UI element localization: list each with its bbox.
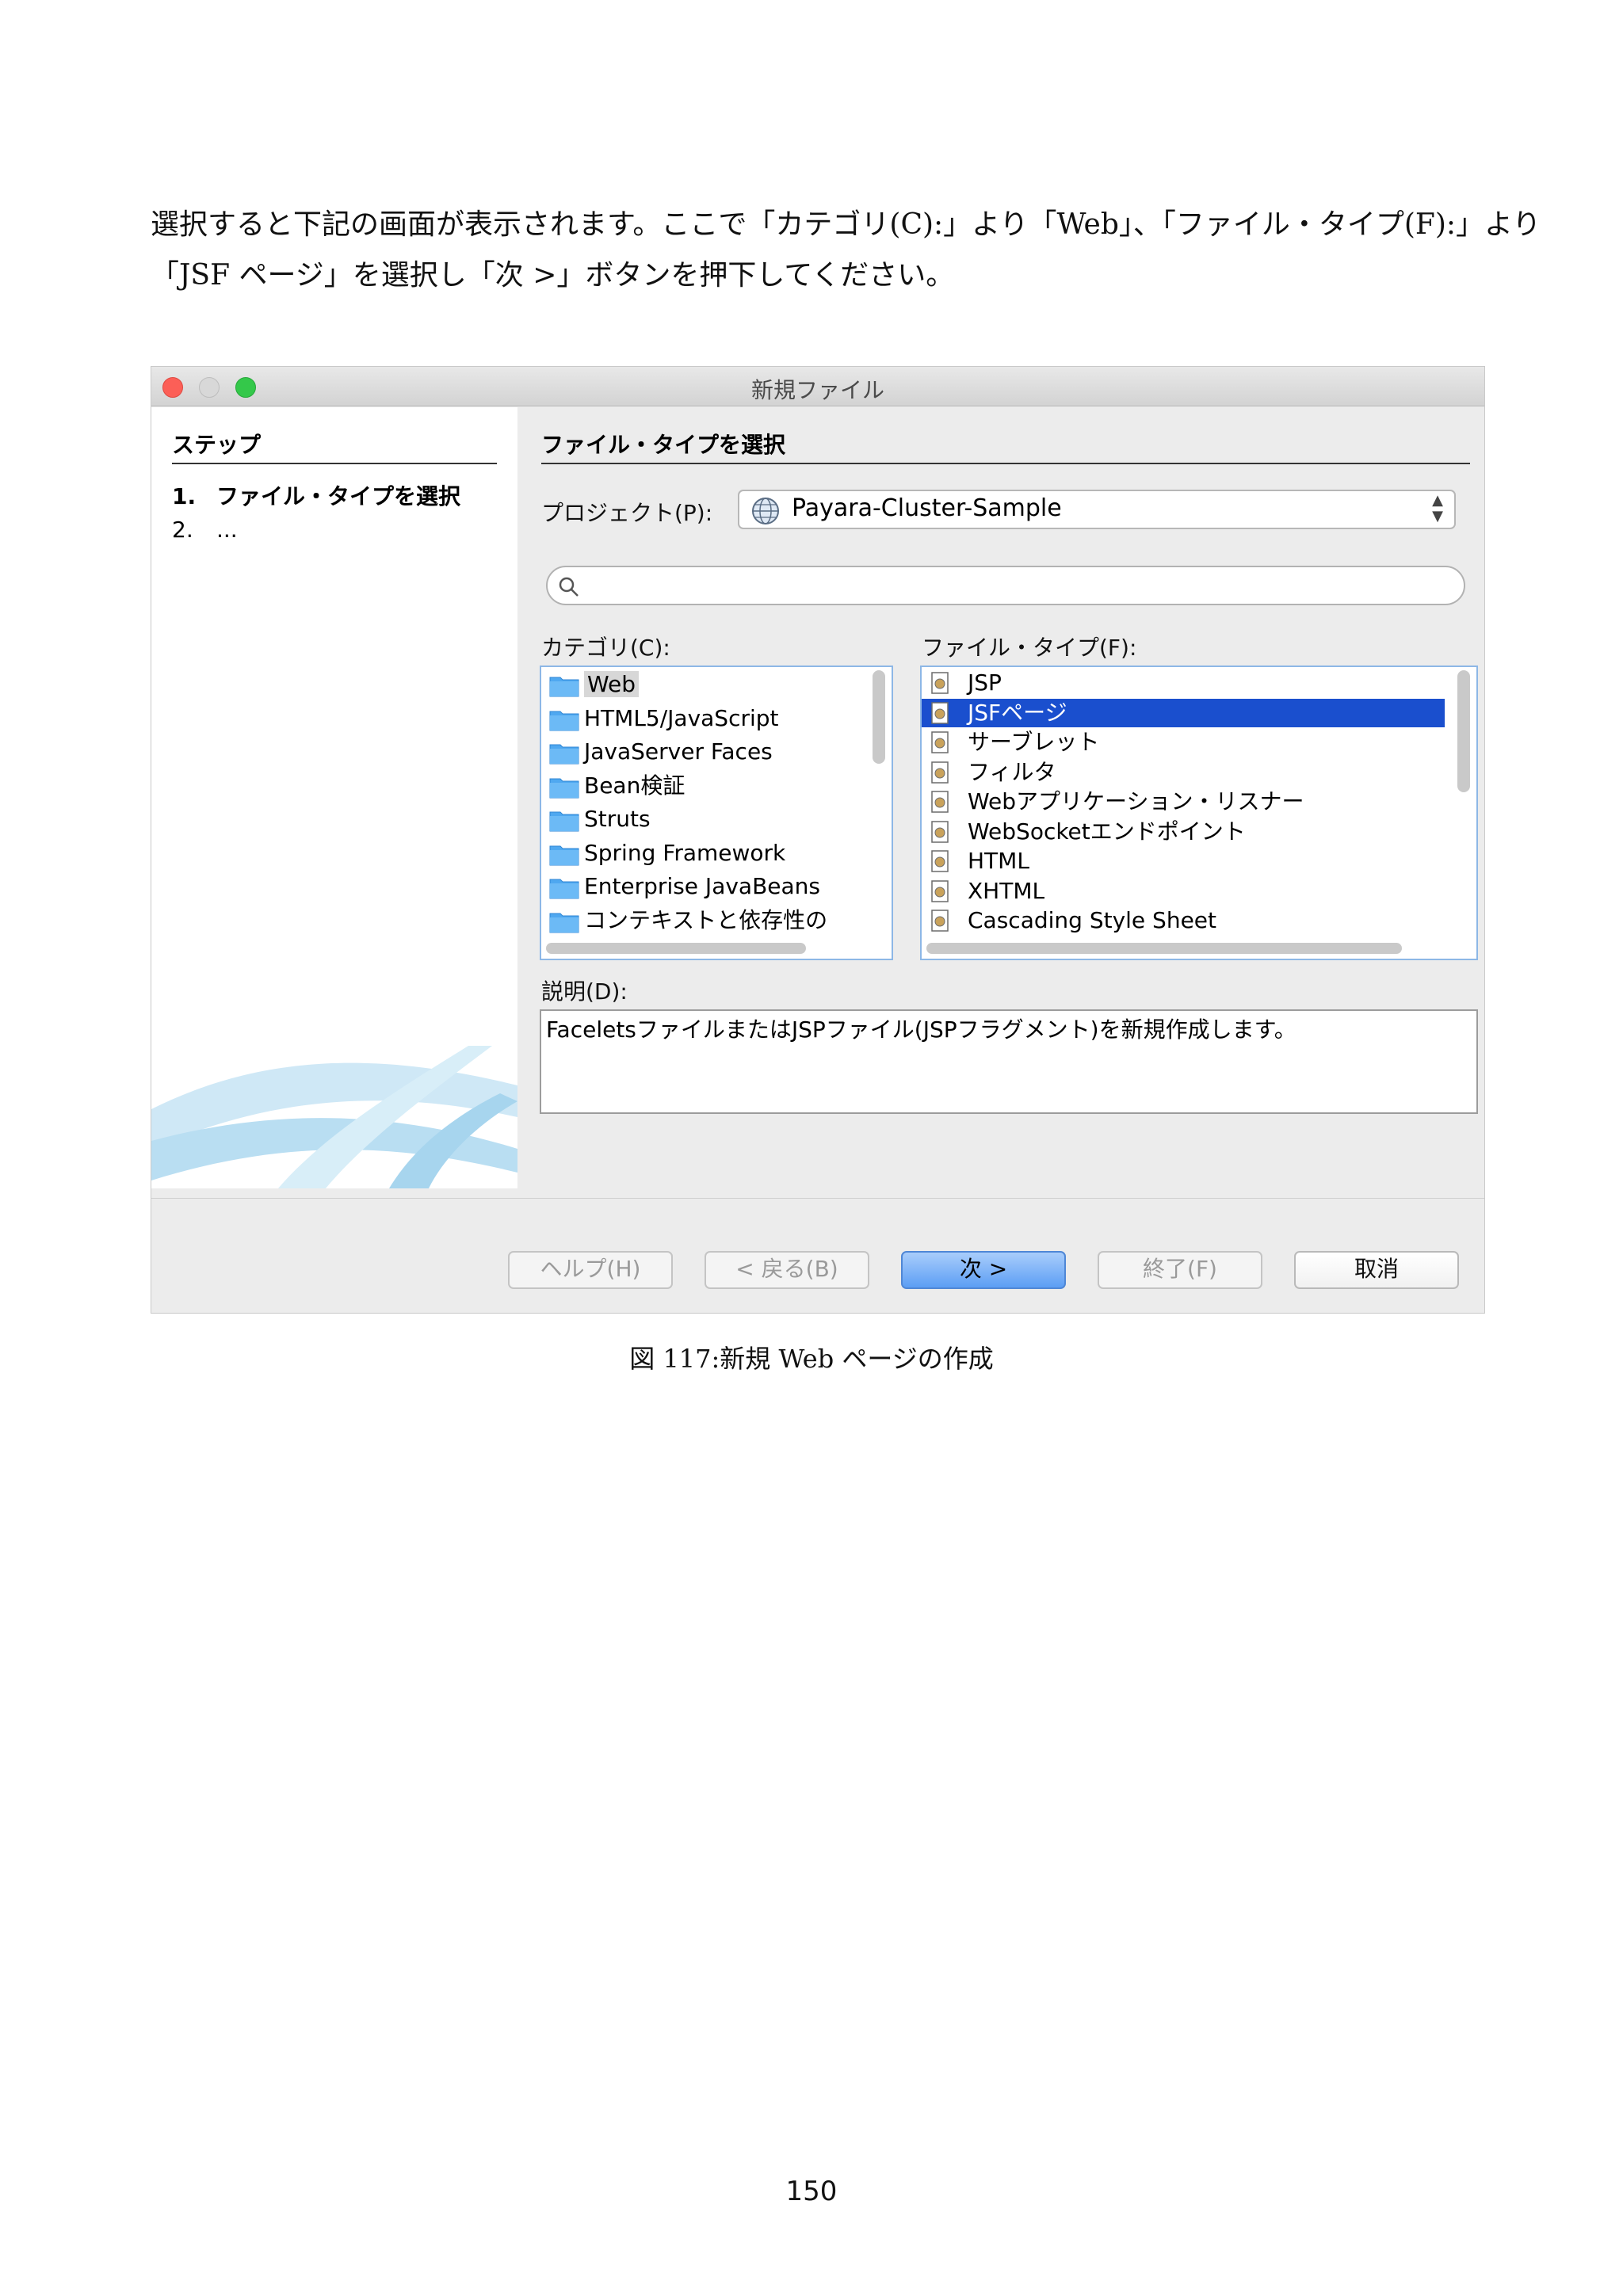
file-icon <box>931 820 949 843</box>
file-icon <box>931 761 949 784</box>
file-icon <box>931 791 949 813</box>
folder-icon <box>549 845 579 865</box>
file-icon <box>931 879 949 902</box>
file-type-item-label: Cascading Style Sheet <box>968 907 1217 933</box>
intro-line-1: 選択すると下記の画面が表示されます。ここで「カテゴリ(C):」より「Web」、「… <box>151 208 1541 241</box>
category-horizontal-scrollbar[interactable] <box>546 943 806 954</box>
window-title: 新規ファイル <box>750 377 884 403</box>
finish-button[interactable]: 終了(F) <box>1098 1251 1262 1289</box>
folder-icon <box>549 744 579 765</box>
description-label: 説明(D): <box>541 978 628 1005</box>
button-bar: ヘルプ(H) < 戻る(B) 次 > 終了(F) 取消 <box>151 1198 1484 1313</box>
intro-text: 選択すると下記の画面が表示されます。ここで「カテゴリ(C):」より「Web」、「… <box>151 200 1541 301</box>
new-file-dialog: 新規ファイル ステップ 1. ファイル・タイプを選択 2.... ファイル・タイプ… <box>151 366 1485 1314</box>
file-icon <box>931 731 949 753</box>
file-type-item[interactable]: Cascading Style Sheet <box>922 906 1445 935</box>
main-panel: ファイル・タイプを選択 プロジェクト(P): Payara-Cluster-Sa… <box>517 407 1484 1188</box>
back-button[interactable]: < 戻る(B) <box>705 1251 869 1289</box>
file-type-horizontal-scrollbar[interactable] <box>926 943 1402 954</box>
file-icon <box>931 910 949 932</box>
category-item-label: Bean検証 <box>584 772 685 799</box>
category-item-label: Enterprise JavaBeans <box>584 873 821 899</box>
file-type-item-label: サーブレット <box>968 729 1100 755</box>
page-number: 150 <box>785 2176 838 2207</box>
file-type-item-label: フィルタ <box>968 758 1056 785</box>
section-title: ファイル・タイプを選択 <box>541 428 1470 464</box>
file-type-item[interactable]: サーブレット <box>922 728 1445 757</box>
project-select-value: Payara-Cluster-Sample <box>792 494 1062 522</box>
file-type-item[interactable]: JSFページ <box>922 698 1445 727</box>
next-button[interactable]: 次 > <box>901 1251 1066 1289</box>
project-label: プロジェクト(P): <box>541 500 713 526</box>
category-item-label: JavaServer Faces <box>584 738 773 765</box>
file-type-list[interactable]: JSP JSFページサーブレット フィルタ Webアプリケーション・リスナー WebSo… <box>920 666 1478 960</box>
folder-icon <box>549 778 579 798</box>
step-item-1: 1. ファイル・タイプを選択 <box>172 483 461 509</box>
file-icon <box>931 672 949 694</box>
category-item[interactable]: コンテキストと依存性の <box>541 905 827 936</box>
file-type-item[interactable]: WebSocketエンドポイント <box>922 818 1445 846</box>
project-globe-icon <box>752 498 779 524</box>
file-type-item-label: Webアプリケーション・リスナー <box>968 788 1304 814</box>
category-item-label: Spring Framework <box>584 839 786 866</box>
category-item[interactable]: Web <box>541 669 640 700</box>
search-input[interactable] <box>546 566 1465 605</box>
category-label: カテゴリ(C): <box>541 635 670 661</box>
steps-heading: ステップ <box>172 428 497 464</box>
intro-line-2: 「JSF ページ」を選択し「次 >」ボタンを押下してください。 <box>151 259 955 292</box>
category-item[interactable]: Bean検証 <box>541 770 685 802</box>
folder-icon <box>549 811 579 832</box>
folder-icon <box>549 677 579 697</box>
category-item[interactable]: HTML5/JavaScript <box>541 703 779 734</box>
category-list[interactable]: Web HTML5/JavaScript JavaServer Faces Bean検… <box>540 666 893 960</box>
file-type-item[interactable]: JSP <box>922 669 1445 697</box>
category-item[interactable]: JavaServer Faces <box>541 736 773 768</box>
category-item-label: Web <box>584 671 640 697</box>
help-button[interactable]: ヘルプ(H) <box>508 1251 673 1289</box>
file-type-item[interactable]: HTML <box>922 847 1445 875</box>
folder-icon <box>549 913 579 933</box>
figure-caption: 図 117:新規 Web ページの作成 <box>629 1344 994 1374</box>
folder-icon <box>549 711 579 730</box>
steps-panel: ステップ 1. ファイル・タイプを選択 2.... <box>151 407 517 1188</box>
decorative-swoosh-graphic <box>151 1046 517 1188</box>
title-bar: 新規ファイル <box>151 367 1484 406</box>
file-type-item-label: JSFページ <box>968 699 1067 726</box>
category-item[interactable]: Spring Framework <box>541 837 785 869</box>
file-type-item[interactable]: XHTML <box>922 877 1445 906</box>
file-type-item-label: HTML <box>968 848 1029 874</box>
file-type-item-label: JSP <box>968 669 1002 696</box>
file-type-item-label: WebSocketエンドポイント <box>968 818 1246 845</box>
folder-icon <box>549 879 579 899</box>
file-type-item[interactable]: Webアプリケーション・リスナー <box>922 788 1445 816</box>
file-type-item-label: XHTML <box>968 877 1045 904</box>
category-item[interactable]: Enterprise JavaBeans <box>541 871 820 902</box>
category-item[interactable]: Struts <box>541 803 651 835</box>
step-item-2: 2.... <box>172 517 238 543</box>
category-vertical-scrollbar[interactable] <box>873 670 885 764</box>
category-item-label: HTML5/JavaScript <box>584 704 779 731</box>
steps-list: 1. ファイル・タイプを選択 2.... <box>172 480 460 547</box>
category-item-label: コンテキストと依存性の <box>584 906 828 933</box>
description-text: FaceletsファイルまたはJSPファイル(JSPフラグメント)を新規作成しま… <box>546 1016 1296 1043</box>
description-box: FaceletsファイルまたはJSPファイル(JSPフラグメント)を新規作成しま… <box>540 1009 1478 1114</box>
select-arrows-icon: ▲ ▼ <box>1432 492 1443 524</box>
file-type-item[interactable]: フィルタ <box>922 758 1445 787</box>
file-icon <box>931 850 949 872</box>
file-type-label: ファイル・タイプ(F): <box>922 635 1137 661</box>
search-icon <box>559 577 579 597</box>
project-select[interactable]: Payara-Cluster-Sample ▲ ▼ <box>738 490 1456 529</box>
file-icon <box>931 701 949 724</box>
cancel-button[interactable]: 取消 <box>1294 1251 1459 1289</box>
file-type-vertical-scrollbar[interactable] <box>1457 670 1470 792</box>
category-item-label: Struts <box>584 806 651 832</box>
